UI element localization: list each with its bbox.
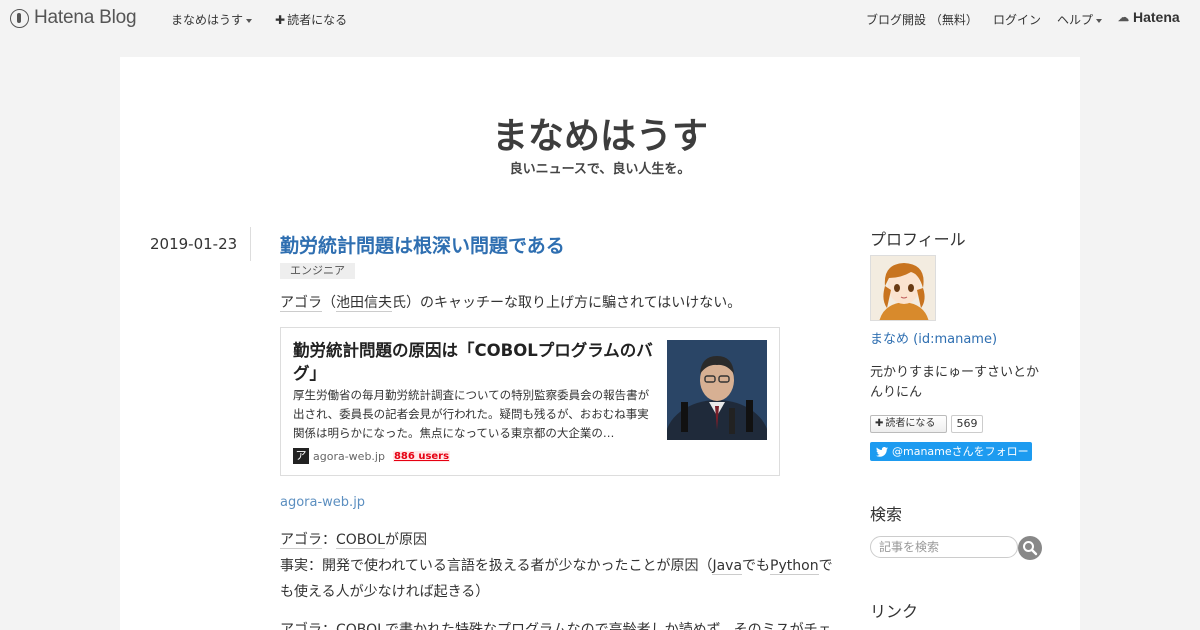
open-blog-link[interactable]: ブログ開設 （無料） — [866, 11, 978, 28]
hatena-blog-logo-icon — [10, 8, 29, 28]
date-divider — [250, 227, 251, 261]
profile-heading: プロフィール — [870, 230, 966, 249]
search-button[interactable] — [1018, 536, 1042, 560]
help-dropdown[interactable]: ヘルプ — [1057, 11, 1103, 28]
embed-description: 厚生労働省の毎月勤労統計調査についての特別監察委員会の報告書が出され、委員長の記… — [293, 388, 650, 440]
search-icon — [1023, 541, 1038, 556]
entry-title[interactable]: 勤労統計問題は根深い問題である — [280, 231, 565, 258]
blog-description: 良いニュースで、良い人生を。 — [509, 162, 691, 177]
text: （ — [322, 295, 336, 311]
embed-card[interactable]: 勤労統計問題の原因は「COBOLプログラムのバグ」 厚生労働省の毎月勤労統計調査… — [280, 327, 780, 476]
category-tag[interactable]: エンジニア — [280, 263, 355, 279]
profile-bio: 元かりすまにゅーすさいとかんりにん — [870, 365, 1040, 400]
text: ： — [322, 622, 336, 630]
plus-icon: ✚ — [275, 13, 286, 27]
text: でも — [742, 558, 771, 574]
entry-intro: アゴラ（池田信夫氏）のキャッチーな取り上げ方に騙されてはいけない。 — [280, 290, 835, 316]
blog-menu-label: まなめはうす — [171, 13, 244, 27]
sidebar-subscribe-button[interactable]: ✚ 読者になる — [870, 415, 947, 433]
embed-link-domain[interactable]: agora-web.jp — [280, 495, 365, 510]
entry-paragraph: アゴラ：COBOLが原因 事実：開発で使われている言語を扱える者が少なかったこと… — [280, 527, 835, 605]
hatena-brand-text: Hatena — [1133, 9, 1180, 25]
keyword-link[interactable]: COBOL — [336, 622, 385, 630]
keyword-link[interactable]: 池田信夫 — [336, 295, 392, 312]
anime-avatar-icon — [871, 256, 935, 320]
embed-thumbnail[interactable] — [667, 340, 767, 440]
entry-date[interactable]: 2019-01-23 — [150, 235, 237, 253]
profile-name-link[interactable]: まなめ (id:maname) — [870, 328, 997, 347]
subscribe-button-label: 読者になる — [885, 418, 936, 429]
blog-title[interactable]: まなめはうす — [120, 107, 1080, 159]
person-photo-icon — [667, 340, 767, 440]
blog-container: まなめはうす 良いニュースで、良い人生を。 2019-01-23 勤労統計問題は… — [120, 57, 1080, 630]
hatena-brand-link[interactable]: ☁ Hatena — [1118, 9, 1180, 25]
caret-down-icon — [246, 18, 253, 23]
hatena-wing-icon: ☁ — [1118, 11, 1129, 24]
keyword-link[interactable]: Python — [770, 558, 819, 575]
twitter-bird-icon — [876, 446, 888, 457]
twitter-follow-button[interactable]: @manameさんをフォロー — [870, 442, 1032, 461]
caret-down-icon — [1096, 18, 1103, 23]
subscribe-label: 読者になる — [287, 13, 348, 27]
agora-favicon-icon: ア — [293, 448, 309, 464]
plus-icon: ✚ — [875, 418, 884, 429]
twitter-follow-label: @manameさんをフォロー — [892, 445, 1029, 458]
subscriber-count: 569 — [951, 415, 983, 433]
keyword-link[interactable]: COBOL — [336, 532, 385, 549]
text: 事実：開発で使われている言語を扱える者が少なかったことが原因（ — [280, 558, 713, 574]
keyword-link[interactable]: アゴラ — [280, 295, 322, 312]
links-heading: リンク — [870, 602, 919, 621]
help-label: ヘルプ — [1057, 13, 1094, 27]
text: 氏）のキャッチーな取り上げ方に騙されてはいけない。 — [392, 295, 742, 311]
global-header: Hatena Blog まなめはうす ✚ 読者になる ブログ開設 （無料） ログイ… — [0, 0, 1200, 38]
login-link[interactable]: ログイン — [993, 11, 1041, 28]
bookmark-users-badge[interactable]: 886 users — [392, 450, 451, 462]
hatena-blog-logo[interactable]: Hatena Blog — [10, 6, 137, 30]
search-input[interactable] — [870, 536, 1018, 558]
blog-menu-dropdown[interactable]: まなめはうす — [171, 11, 253, 28]
logo-text: Hatena Blog — [34, 7, 137, 28]
embed-source: ア agora-web.jp 886 users — [293, 448, 451, 464]
embed-source-domain[interactable]: agora-web.jp — [313, 450, 385, 463]
keyword-link[interactable]: アゴラ — [280, 622, 322, 630]
text: ： — [322, 532, 336, 548]
embed-title[interactable]: 勤労統計問題の原因は「COBOLプログラムのバグ」 — [293, 339, 655, 385]
keyword-link[interactable]: Java — [712, 558, 743, 575]
subscribe-link[interactable]: ✚ 読者になる — [275, 11, 347, 28]
entry-paragraph: アゴラ：COBOLで書かれた特殊なプログラムなので高齢者しか読めず、そのミスがチ… — [280, 617, 835, 630]
text: が原因 — [384, 532, 427, 548]
profile-avatar[interactable] — [870, 255, 936, 321]
search-heading: 検索 — [870, 505, 903, 524]
keyword-link[interactable]: アゴラ — [280, 532, 322, 549]
text: で書かれた特殊なプログラムなので高齢者しか読めず、そのミスがチェ — [384, 622, 832, 630]
